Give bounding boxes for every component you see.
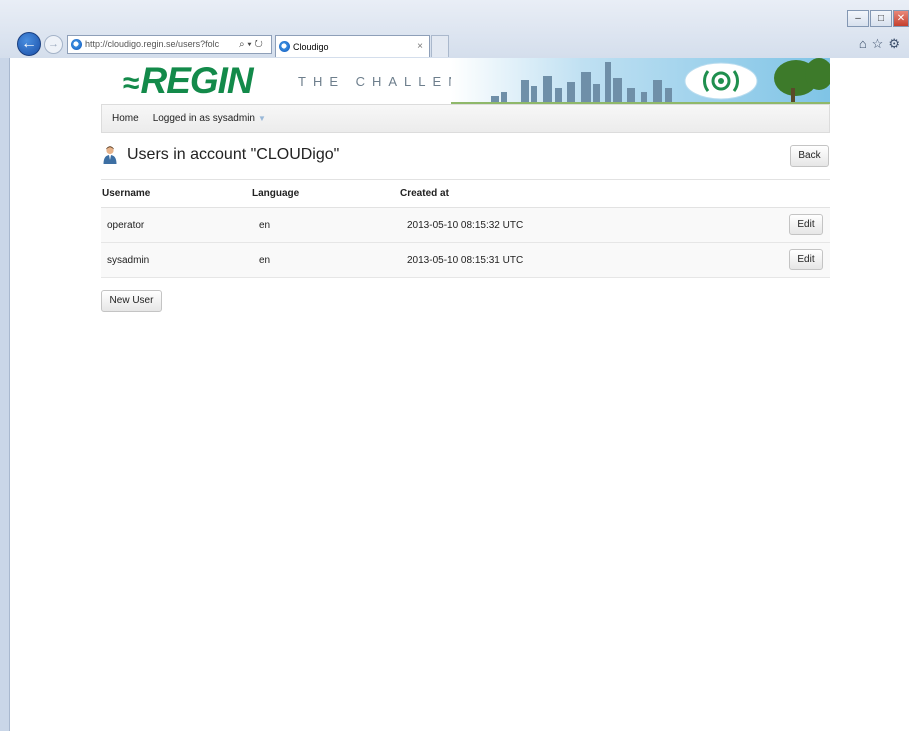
site-banner: ≈REGIN THE CHALLENGER <box>101 58 830 104</box>
back-button[interactable]: Back <box>790 145 829 167</box>
user-icon <box>103 146 117 164</box>
tab-close-icon[interactable]: × <box>417 37 423 57</box>
page-title-text: Users in account "CLOUDigo" <box>127 146 340 163</box>
cell-username: operator <box>107 219 145 231</box>
tab-title: Cloudigo <box>293 41 329 52</box>
cell-language: en <box>259 219 271 231</box>
cell-username: sysadmin <box>107 254 150 266</box>
users-table: Username Language Created at operator en… <box>101 179 830 278</box>
user-menu-label: Logged in as sysadmin <box>152 113 255 124</box>
nav-home-link[interactable]: Home <box>102 113 149 124</box>
table-row: operator en 2013-05-10 08:15:32 UTC Edit <box>101 208 830 243</box>
window-frame-left <box>0 58 10 731</box>
browser-chrome: – □ ✕ ← → http://cloudigo.regin.se/users… <box>0 0 909 58</box>
browser-tab-cloudigo[interactable]: Cloudigo × <box>275 35 430 57</box>
address-url[interactable]: http://cloudigo.regin.se/users?folc <box>85 36 235 53</box>
edit-user-button[interactable]: Edit <box>789 214 823 235</box>
regin-logo: ≈REGIN <box>123 59 254 104</box>
user-menu-dropdown[interactable]: Logged in as sysadmin ▼ <box>149 113 270 124</box>
edit-user-button[interactable]: Edit <box>789 249 823 270</box>
logo-text: REGIN <box>140 60 253 101</box>
page-title: Users in account "CLOUDigo" <box>102 146 339 164</box>
window-controls: – □ ✕ <box>846 10 909 27</box>
minimize-button[interactable]: – <box>847 10 869 27</box>
address-bar[interactable]: http://cloudigo.regin.se/users?folc ⌕ ▾ … <box>67 35 272 54</box>
chevron-down-icon: ▼ <box>257 114 266 123</box>
ie-icon <box>71 39 82 50</box>
tab-favicon-icon <box>279 41 290 52</box>
new-tab-button[interactable] <box>431 35 449 57</box>
logo-waves-icon: ≈ <box>123 67 140 100</box>
header-created-at: Created at <box>400 188 449 199</box>
browser-forward-button[interactable]: → <box>44 35 63 54</box>
cell-created-at: 2013-05-10 08:15:32 UTC <box>407 219 524 231</box>
table-header: Username Language Created at <box>101 179 830 208</box>
city-skyline-image <box>451 58 830 104</box>
browser-back-button[interactable]: ← <box>17 32 41 56</box>
new-user-button[interactable]: New User <box>101 290 162 312</box>
address-tools-icons[interactable]: ⌕ ▾ ↻ <box>239 36 263 53</box>
maximize-button[interactable]: □ <box>870 10 892 27</box>
browser-toolbar-icons[interactable]: ⌂☆⚙ <box>859 36 905 52</box>
table-row: sysadmin en 2013-05-10 08:15:31 UTC Edit <box>101 243 830 278</box>
cell-created-at: 2013-05-10 08:15:31 UTC <box>407 254 524 266</box>
close-window-button[interactable]: ✕ <box>893 10 909 27</box>
cell-language: en <box>259 254 271 266</box>
header-language: Language <box>252 188 300 199</box>
top-navbar: Home Logged in as sysadmin ▼ <box>101 104 830 133</box>
header-username: Username <box>102 188 151 199</box>
